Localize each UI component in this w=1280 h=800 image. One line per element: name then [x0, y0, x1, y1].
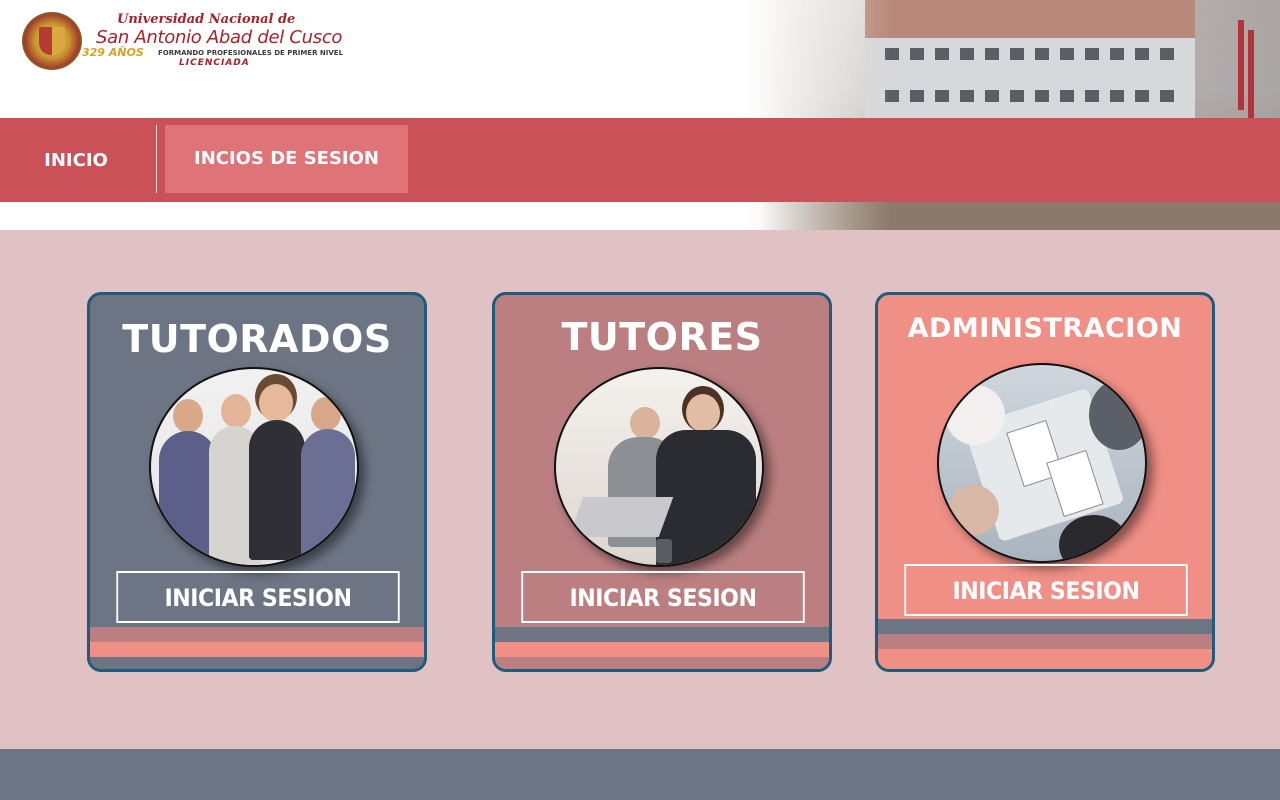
- logo-licensed: LICENCIADA: [179, 58, 250, 68]
- card-stripe: [90, 657, 424, 669]
- card-stripe: [878, 649, 1212, 669]
- logo-slogan: FORMANDO PROFESIONALES DE PRIMER NIVEL: [158, 49, 344, 57]
- card-stripe: [90, 627, 424, 642]
- login-button-tutores[interactable]: INICIAR SESION: [521, 571, 805, 623]
- card-stripe: [495, 627, 829, 642]
- login-button-tutorados[interactable]: INICIAR SESION: [116, 571, 400, 623]
- logo-years: 329 AÑOS: [82, 46, 144, 59]
- nav-inicio[interactable]: INICIO: [0, 127, 152, 195]
- login-options-section: TUTORADOS INICIAR SESION TUTORES INICIAR…: [0, 230, 1280, 749]
- card-title: TUTORES: [561, 315, 763, 359]
- students-photo: [149, 367, 359, 567]
- card-stripe: [90, 642, 424, 657]
- footer-bar: [0, 749, 1280, 800]
- university-logo[interactable]: Universidad Nacional de San Antonio Abad…: [22, 12, 412, 72]
- card-tutorados: TUTORADOS INICIAR SESION: [87, 292, 427, 672]
- card-stripe: [878, 619, 1212, 634]
- card-title: ADMINISTRACION: [907, 313, 1183, 344]
- card-administracion: ADMINISTRACION INICIAR SESION: [875, 292, 1215, 672]
- nav-divider: [156, 125, 157, 193]
- university-seal-icon: [22, 12, 82, 70]
- card-stripe: [495, 657, 829, 669]
- logo-name-line: San Antonio Abad del Cusco: [96, 27, 343, 48]
- main-navbar: INICIO INCIOS DE SESION: [0, 118, 1280, 202]
- card-stripe: [495, 642, 829, 657]
- tutors-photo: [554, 367, 764, 567]
- card-tutores: TUTORES INICIAR SESION: [492, 292, 832, 672]
- logo-university-line: Universidad Nacional de: [117, 12, 296, 27]
- card-stripe: [878, 634, 1212, 649]
- administration-meeting-photo: [937, 363, 1147, 563]
- nav-inicios-de-sesion[interactable]: INCIOS DE SESION: [165, 125, 408, 193]
- card-title: TUTORADOS: [122, 317, 392, 361]
- login-button-administracion[interactable]: INICIAR SESION: [904, 564, 1188, 616]
